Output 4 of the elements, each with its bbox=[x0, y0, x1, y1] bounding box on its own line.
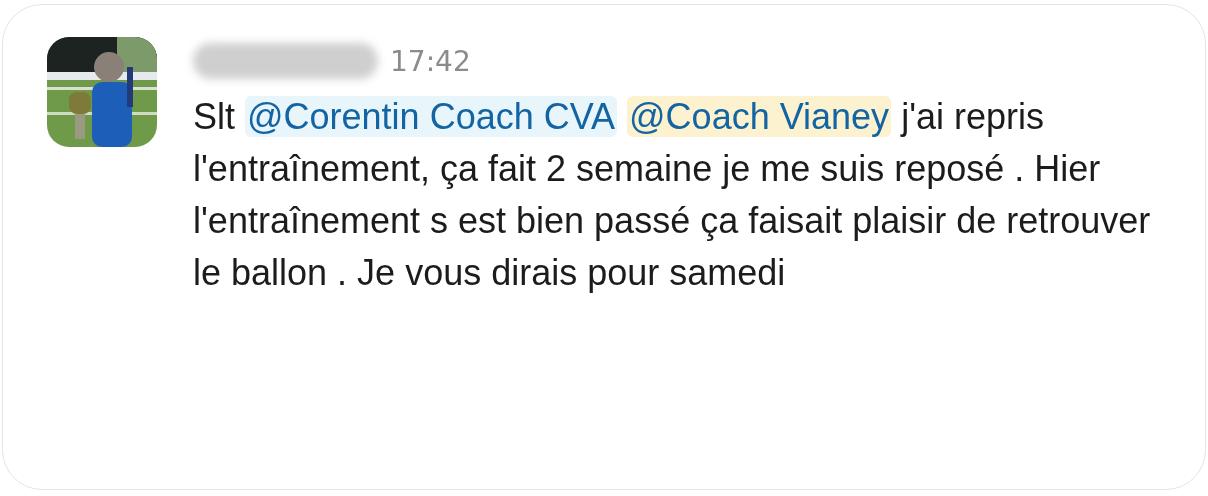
message-text: Slt @Corentin Coach CVA @Coach Vianey j'ai repris l'entraînement, ça fait 2 semaine je me suis reposé . Hier l'entraînement s est bien passé ça faisait plaisir de retrouver le ballon . Je vous dirais pour samedi bbox=[193, 95, 1152, 295]
timestamp: 17:42 bbox=[390, 44, 471, 78]
user-mention[interactable]: @Corentin Coach CVA bbox=[245, 96, 618, 137]
user-mention[interactable]: @Coach Vianey bbox=[627, 96, 892, 137]
